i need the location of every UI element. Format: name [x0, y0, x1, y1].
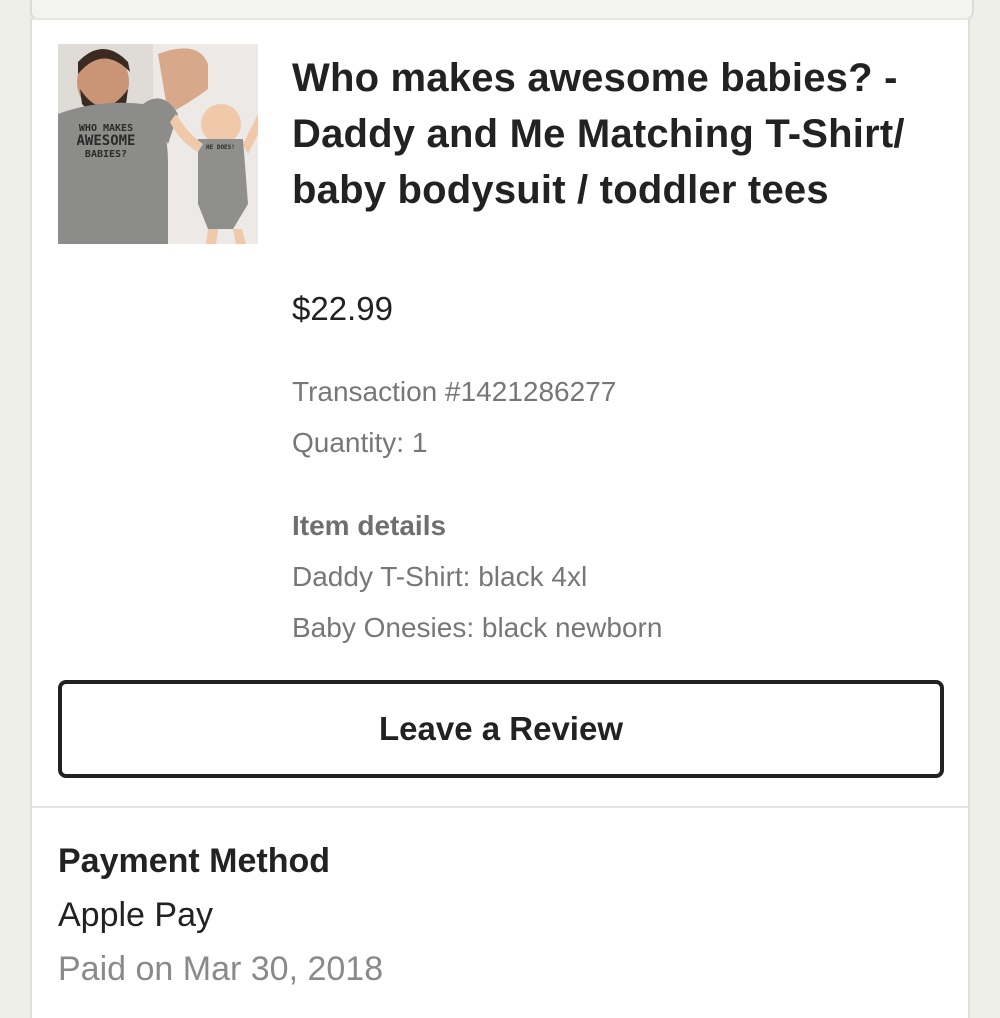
payment-method-value: Apple Pay — [58, 896, 213, 934]
paid-date: Paid on Mar 30, 2018 — [58, 950, 384, 988]
payment-method-heading: Payment Method — [58, 842, 331, 880]
onesie-print: HE DOES! — [206, 144, 235, 151]
leave-review-button[interactable]: Leave a Review — [58, 680, 944, 778]
item-detail-line: Baby Onesies: black newborn — [292, 612, 663, 643]
previous-card-edge — [30, 0, 974, 20]
shirt-print-line: AWESOME — [76, 133, 136, 149]
order-item-card: WHO MAKES AWESOME BABIES? HE DOES! Who m… — [30, 18, 970, 1018]
product-price: $22.99 — [292, 290, 393, 327]
shirt-print-line: BABIES? — [84, 149, 128, 160]
shirt-print: WHO MAKES AWESOME BABIES? — [66, 122, 146, 161]
item-details-heading: Item details — [292, 510, 447, 541]
quantity: Quantity: 1 — [292, 427, 428, 458]
transaction-number: Transaction #1421286277 — [292, 376, 617, 407]
product-title[interactable]: Who makes awesome babies? - Daddy and Me… — [292, 50, 932, 218]
section-divider — [32, 806, 968, 808]
product-image[interactable]: WHO MAKES AWESOME BABIES? HE DOES! — [58, 44, 258, 244]
item-detail-line: Daddy T-Shirt: black 4xl — [292, 561, 588, 592]
